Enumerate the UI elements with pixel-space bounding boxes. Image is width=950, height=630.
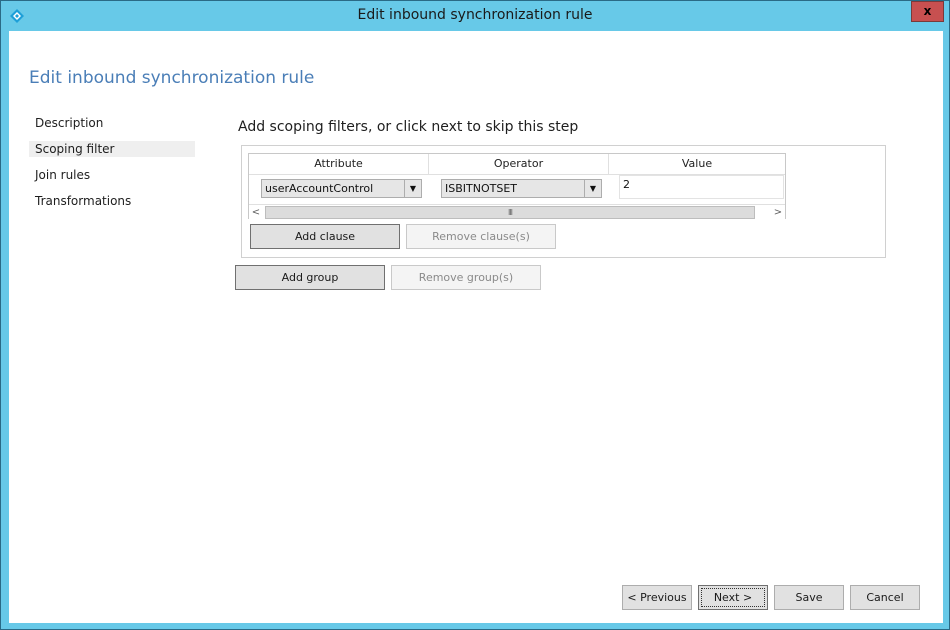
scroll-right-icon[interactable]: > xyxy=(771,205,785,220)
clause-grid: Attribute Operator Value userAccountCont… xyxy=(248,153,786,220)
operator-value: ISBITNOTSET xyxy=(445,182,517,195)
nav-item-scoping-filter[interactable]: Scoping filter xyxy=(29,141,195,157)
window-title: Edit inbound synchronization rule xyxy=(357,7,593,23)
next-button[interactable]: Next > xyxy=(698,585,768,610)
column-header-value: Value xyxy=(681,157,713,170)
dialog-window: Edit inbound synchronization rule x Edit… xyxy=(0,0,950,630)
grip-icon: III xyxy=(507,208,513,217)
page-heading: Edit inbound synchronization rule xyxy=(29,68,315,88)
step-instruction: Add scoping filters, or click next to sk… xyxy=(238,119,579,135)
chevron-down-icon[interactable]: ▼ xyxy=(404,180,421,197)
horizontal-scrollbar[interactable]: < III > xyxy=(249,204,785,220)
attribute-value: userAccountControl xyxy=(265,182,374,195)
value-input[interactable]: 2 xyxy=(619,175,784,199)
previous-button[interactable]: < Previous xyxy=(622,585,692,610)
nav-item-join-rules[interactable]: Join rules xyxy=(29,167,195,183)
nav-item-description[interactable]: Description xyxy=(29,115,195,131)
attribute-dropdown[interactable]: userAccountControl ▼ xyxy=(261,179,422,198)
save-button[interactable]: Save xyxy=(774,585,844,610)
grid-header: Attribute Operator Value xyxy=(249,154,785,175)
cancel-button[interactable]: Cancel xyxy=(850,585,920,610)
chevron-down-icon[interactable]: ▼ xyxy=(584,180,601,197)
column-header-operator: Operator xyxy=(429,154,609,174)
nav-item-transformations[interactable]: Transformations xyxy=(29,193,195,209)
add-group-button[interactable]: Add group xyxy=(235,265,385,290)
remove-group-button[interactable]: Remove group(s) xyxy=(391,265,541,290)
scrollbar-thumb[interactable]: III xyxy=(265,206,755,219)
close-icon: x xyxy=(923,4,932,18)
column-header-attribute: Attribute xyxy=(249,154,429,174)
wizard-nav: Description Scoping filter Join rules Tr… xyxy=(29,115,195,219)
operator-dropdown[interactable]: ISBITNOTSET ▼ xyxy=(441,179,602,198)
dialog-body: Edit inbound synchronization rule Descri… xyxy=(9,31,943,623)
close-button[interactable]: x xyxy=(911,1,944,22)
scroll-left-icon[interactable]: < xyxy=(249,205,263,220)
title-bar[interactable]: Edit inbound synchronization rule x xyxy=(1,1,949,31)
add-clause-button[interactable]: Add clause xyxy=(250,224,400,249)
remove-clause-button[interactable]: Remove clause(s) xyxy=(406,224,556,249)
